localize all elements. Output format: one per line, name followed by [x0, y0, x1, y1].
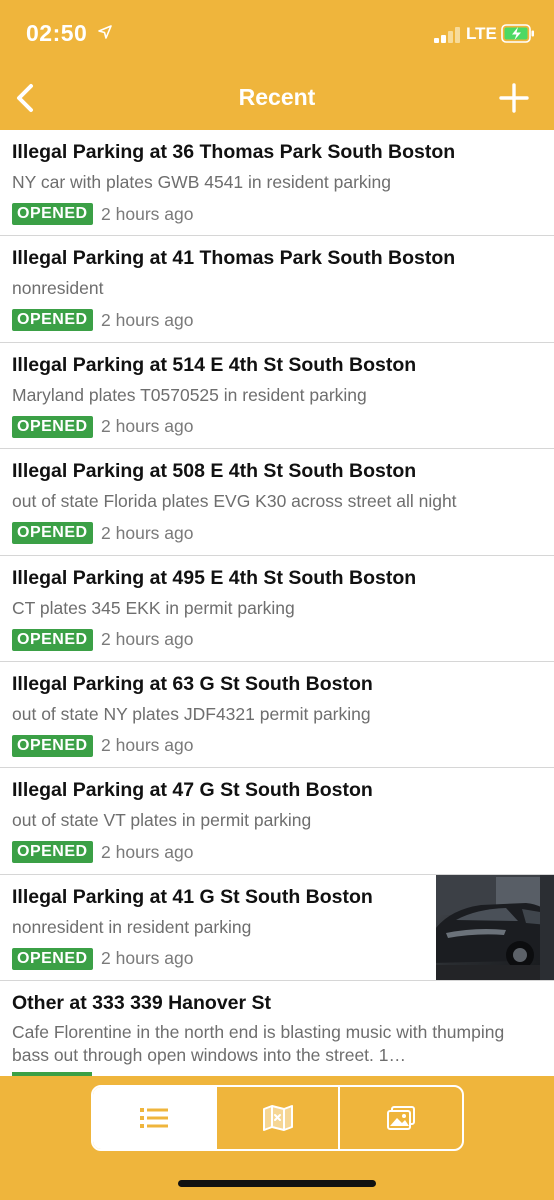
report-row[interactable]: Illegal Parking at 41 G St South Boston … [0, 874, 554, 982]
report-meta: OPENED 2 hours ago [12, 203, 193, 225]
signal-strength-icon [434, 27, 462, 43]
report-title: Illegal Parking at 41 Thomas Park South … [12, 247, 456, 270]
view-mode-switcher [91, 1085, 464, 1151]
report-time: 2 hours ago [101, 841, 194, 862]
list-icon [139, 1108, 168, 1128]
battery-charging-icon [501, 24, 534, 43]
add-report-button[interactable] [496, 80, 532, 116]
navigation-bar: Recent [0, 66, 554, 130]
home-indicator [178, 1180, 376, 1187]
report-description: nonresident in resident parking [12, 916, 252, 937]
network-label: LTE [466, 24, 497, 43]
report-description: out of state VT plates in permit parking [12, 810, 312, 831]
report-meta: OPENED 2 hours ago [12, 734, 194, 757]
report-row[interactable]: Illegal Parking at 36 Thomas Park South … [0, 130, 554, 237]
report-title: Other at 333 339 Hanover St [12, 992, 272, 1015]
report-title: Illegal Parking at 508 E 4th St South Bo… [12, 460, 417, 483]
report-meta: OPENED 2 hours ago [12, 522, 194, 545]
status-badge: OPENED [12, 203, 93, 225]
status-badge: OPENED [12, 628, 93, 651]
report-title: Illegal Parking at 36 Thomas Park South … [12, 141, 456, 163]
report-time: 2 hours ago [101, 309, 194, 330]
report-row[interactable]: Illegal Parking at 495 E 4th St South Bo… [0, 556, 554, 662]
report-time: 2 hours ago [101, 416, 194, 437]
report-row[interactable]: Illegal Parking at 514 E 4th St South Bo… [0, 343, 554, 450]
report-description: NY car with plates GWB 4541 in resident … [12, 172, 392, 192]
report-meta: OPENED 2 hours ago [12, 415, 194, 438]
report-photo-thumbnail[interactable] [436, 874, 554, 980]
status-badge: OPENED [12, 415, 93, 438]
report-row[interactable]: Illegal Parking at 47 G St South Boston … [0, 768, 554, 875]
report-description: CT plates 345 EKK in permit parking [12, 597, 295, 618]
report-time: 2 hours ago [101, 948, 194, 969]
report-row[interactable]: Other at 333 339 Hanover St Cafe Florent… [0, 981, 554, 1076]
photos-view-tab[interactable] [338, 1087, 462, 1149]
car-photo-image [436, 874, 554, 980]
status-badge: OPENED [12, 522, 93, 545]
report-title: Illegal Parking at 47 G St South Boston [12, 779, 373, 802]
report-meta: OPENED 2 hours ago [12, 628, 194, 651]
report-time: 2 hours ago [101, 203, 194, 224]
report-description: Cafe Florentine in the north end is blas… [12, 1022, 505, 1066]
status-badge: OPENED [12, 947, 93, 970]
report-list[interactable]: Illegal Parking at 36 Thomas Park South … [0, 130, 554, 1076]
report-description: out of state Florida plates EVG K30 acro… [12, 491, 457, 512]
report-meta: OPENED 2 hours ago [12, 309, 194, 332]
status-badge: OPENED [12, 309, 93, 332]
report-meta: OPENED 2 hours ago [12, 947, 194, 970]
report-time: 2 hours ago [101, 629, 194, 650]
map-icon [262, 1105, 293, 1131]
status-badge: OPENED [12, 734, 93, 757]
report-title: Illegal Parking at 41 G St South Boston [12, 885, 373, 908]
status-time: 02:50 [26, 20, 88, 46]
map-view-tab[interactable] [214, 1087, 339, 1149]
report-row[interactable]: Illegal Parking at 41 Thomas Park South … [0, 236, 554, 343]
report-description: Maryland plates T0570525 in resident par… [12, 384, 367, 405]
report-title: Illegal Parking at 63 G St South Boston [12, 672, 373, 695]
report-title: Illegal Parking at 514 E 4th St South Bo… [12, 353, 417, 376]
report-description: out of state NY plates JDF4321 permit pa… [12, 703, 371, 724]
photos-icon [387, 1106, 416, 1130]
location-arrow-icon [98, 25, 112, 39]
list-view-tab[interactable] [93, 1087, 215, 1149]
status-badge: OPENED [12, 841, 93, 864]
report-time: 2 hours ago [101, 522, 194, 543]
page-title: Recent [238, 84, 316, 110]
report-row[interactable]: Illegal Parking at 63 G St South Boston … [0, 662, 554, 769]
status-bar: 02:50 LTE [0, 0, 554, 66]
report-description: nonresident [12, 278, 104, 299]
report-title: Illegal Parking at 495 E 4th St South Bo… [12, 566, 417, 589]
report-row[interactable]: Illegal Parking at 508 E 4th St South Bo… [0, 449, 554, 556]
report-meta: OPENED 2 hours ago [12, 841, 194, 864]
report-time: 2 hours ago [101, 735, 194, 756]
